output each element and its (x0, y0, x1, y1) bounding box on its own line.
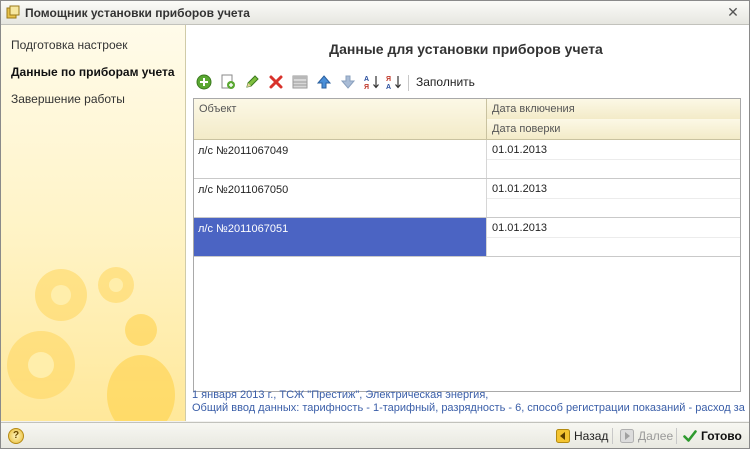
sidebar-item-meter-data[interactable]: Данные по приборам учета (11, 65, 175, 79)
cell-object[interactable]: л/с №2011067050 (194, 179, 487, 217)
done-button[interactable]: Готово (683, 428, 745, 444)
edit-icon[interactable] (244, 74, 260, 90)
svg-text:A: A (386, 84, 391, 90)
assistant-window: Помощник установки приборов учета ✕ Подг… (0, 0, 750, 449)
column-header-object[interactable]: Объект (194, 99, 487, 140)
back-button[interactable]: Назад (556, 428, 608, 444)
column-header-date-on[interactable]: Дата включения (487, 99, 740, 120)
cell-date-on[interactable]: 01.01.2013 (487, 218, 740, 238)
cell-object-text: л/с №2011067050 (198, 184, 289, 196)
checkmark-icon (683, 429, 697, 443)
column-header-date-check[interactable]: Дата поверки (487, 119, 740, 140)
cell-object-text: л/с №2011067051 (198, 223, 289, 235)
cell-date-check[interactable] (487, 198, 740, 217)
cell-date-check[interactable] (487, 237, 740, 256)
table-toolbar: AЯ ЯA Заполнить (194, 73, 734, 93)
cell-object[interactable]: л/с №2011067051 (194, 218, 487, 256)
svg-text:Я: Я (364, 84, 369, 90)
main-content: Данные для установки приборов учета A Я … (186, 25, 749, 421)
help-icon[interactable]: ? (8, 428, 24, 444)
steps-sidebar: Подготовка настроек Данные по приборам у… (1, 25, 186, 421)
footer-separator (612, 428, 613, 444)
svg-text:Я: Я (386, 76, 391, 83)
add-icon[interactable] (196, 74, 212, 90)
sort-desc-icon[interactable]: ЯA (386, 74, 402, 90)
cell-date-on[interactable]: 01.01.2013 (487, 179, 740, 199)
back-button-label: Назад (574, 429, 609, 443)
window-title: Помощник установки приборов учета (25, 6, 250, 20)
info-line-1: 1 января 2013 г., ТСЖ "Престиж", Электри… (192, 389, 489, 401)
app-icon (6, 5, 20, 19)
column-header-date-check-label: Дата поверки (492, 123, 561, 135)
table-icon[interactable] (292, 74, 308, 90)
sort-asc-icon[interactable]: AЯ (364, 74, 380, 90)
meters-table: Объект Дата включения Дата поверки л/с №… (193, 98, 741, 392)
table-row[interactable]: л/с №2011067050 01.01.2013 (194, 179, 740, 218)
page-title: Данные для установки приборов учета (329, 41, 603, 57)
svg-text:A: A (364, 76, 369, 83)
arrow-left-icon (556, 429, 570, 443)
done-button-label: Готово (701, 429, 742, 443)
sidebar-item-finish[interactable]: Завершение работы (11, 92, 125, 106)
title-bar: Помощник установки приборов учета ✕ (1, 1, 749, 25)
cell-object[interactable]: л/с №2011067049 (194, 140, 487, 178)
move-up-icon[interactable] (316, 74, 332, 90)
copy-icon[interactable] (220, 74, 236, 90)
next-button-label: Далее (638, 429, 674, 443)
next-button[interactable]: Далее (620, 428, 674, 444)
table-row[interactable]: л/с №2011067049 01.01.2013 (194, 140, 740, 179)
arrow-right-icon (620, 429, 634, 443)
fill-button[interactable]: Заполнить (416, 75, 475, 89)
footer-bar: ? Назад Далее Готово (1, 422, 749, 448)
delete-icon[interactable] (268, 74, 284, 90)
footer-separator (676, 428, 677, 444)
toolbar-separator (408, 75, 409, 91)
column-header-object-label: Объект (199, 103, 237, 115)
move-down-icon[interactable] (340, 74, 356, 90)
table-row-selected[interactable]: л/с №2011067051 01.01.2013 (194, 218, 740, 257)
cell-date-check[interactable] (487, 159, 740, 178)
column-header-date-on-label: Дата включения (492, 103, 575, 115)
gears-illustration (7, 267, 175, 421)
info-text: 1 января 2013 г., ТСЖ "Престиж", Электри… (192, 389, 745, 415)
cell-object-text: л/с №2011067049 (198, 145, 289, 157)
sidebar-item-prepare-settings[interactable]: Подготовка настроек (11, 38, 128, 52)
info-line-2: Общий ввод данных: тарифность - 1-тарифн… (192, 402, 745, 414)
cell-date-on-text: 01.01.2013 (492, 222, 548, 234)
cell-date-on-text: 01.01.2013 (492, 183, 548, 195)
cell-date-on[interactable]: 01.01.2013 (487, 140, 740, 160)
close-icon[interactable]: ✕ (725, 4, 741, 20)
cell-date-on-text: 01.01.2013 (492, 144, 548, 156)
